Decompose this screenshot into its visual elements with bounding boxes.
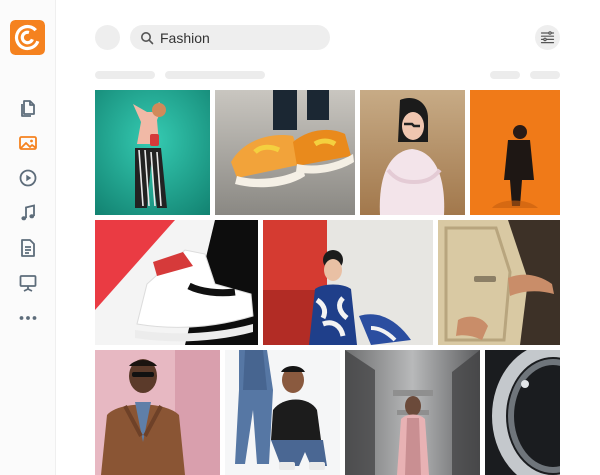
sidebar-item-presentations[interactable] bbox=[16, 271, 40, 295]
sidebar bbox=[0, 0, 56, 475]
image-tile-metal-ring[interactable] bbox=[485, 350, 560, 475]
sidebar-item-documents[interactable] bbox=[16, 96, 40, 120]
loading-placeholder bbox=[490, 71, 520, 79]
loading-placeholder bbox=[530, 71, 560, 79]
text-file-icon bbox=[21, 239, 35, 257]
search-input[interactable] bbox=[160, 29, 320, 46]
photo-high-top-sneaker bbox=[95, 220, 258, 345]
image-tile-woman-floral-dress[interactable] bbox=[263, 220, 433, 345]
image-tile-vintage-car-door[interactable] bbox=[438, 220, 560, 345]
loading-placeholder bbox=[95, 71, 155, 79]
image-tile-orange-sneakers[interactable] bbox=[215, 90, 355, 215]
image-tile-man-leather-jacket[interactable] bbox=[95, 350, 220, 475]
image-tile-couple-denim[interactable] bbox=[225, 350, 340, 475]
main-content bbox=[56, 0, 600, 475]
images-icon bbox=[19, 136, 37, 150]
photo-woman-floral-dress bbox=[263, 220, 433, 345]
sidebar-item-text-files[interactable] bbox=[16, 236, 40, 260]
sidebar-item-more[interactable] bbox=[16, 306, 40, 330]
music-note-icon bbox=[21, 204, 35, 221]
sidebar-item-images[interactable] bbox=[16, 131, 40, 155]
image-tile-high-top-sneaker[interactable] bbox=[95, 220, 258, 345]
photo-vintage-car-door bbox=[438, 220, 560, 345]
photo-metal-ring bbox=[485, 350, 560, 475]
sidebar-item-music[interactable] bbox=[16, 201, 40, 225]
photo-couple-denim bbox=[225, 350, 340, 475]
search-icon bbox=[141, 31, 154, 44]
image-tile-woman-white-blouse[interactable] bbox=[360, 90, 465, 215]
filter-sliders-icon bbox=[540, 31, 555, 44]
back-button[interactable] bbox=[95, 25, 120, 50]
search-bar[interactable] bbox=[130, 25, 330, 50]
photo-woman-striped-pants bbox=[95, 90, 210, 215]
photo-orange-sneakers bbox=[215, 90, 355, 215]
app-window bbox=[0, 0, 600, 475]
more-dots-icon bbox=[19, 316, 37, 320]
image-tile-woman-pink-coat[interactable] bbox=[345, 350, 480, 475]
image-tile-woman-orange-wall[interactable] bbox=[470, 90, 560, 215]
photo-woman-orange-wall bbox=[470, 90, 560, 215]
sidebar-item-videos[interactable] bbox=[16, 166, 40, 190]
photo-man-leather-jacket bbox=[95, 350, 220, 475]
video-play-icon bbox=[19, 169, 37, 187]
documents-icon bbox=[21, 100, 35, 117]
filter-button[interactable] bbox=[535, 25, 560, 50]
photo-woman-white-blouse bbox=[360, 90, 465, 215]
presentation-icon bbox=[19, 275, 37, 292]
image-tile-woman-striped-pants[interactable] bbox=[95, 90, 210, 215]
photo-woman-pink-coat bbox=[345, 350, 480, 475]
brand-logo-icon[interactable] bbox=[10, 20, 45, 55]
loading-placeholder bbox=[165, 71, 265, 79]
